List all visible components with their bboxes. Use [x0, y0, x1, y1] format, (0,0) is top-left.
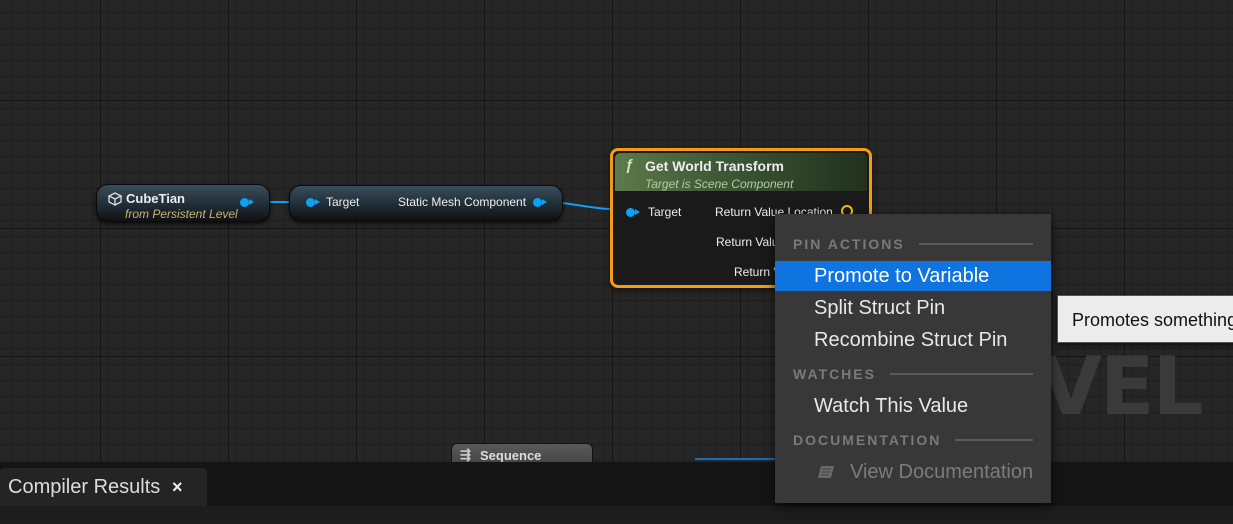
node-title: CubeTian	[126, 191, 185, 206]
function-icon: ƒ	[625, 157, 634, 174]
tooltip-text: Promotes something	[1072, 310, 1233, 330]
node-title: Sequence	[480, 448, 542, 462]
split-struct-pin-item[interactable]: Split Struct Pin	[775, 293, 1051, 323]
node-header: ƒ Get World Transform Target is Scene Co…	[615, 153, 867, 191]
sequence-icon: ⇶	[460, 447, 471, 462]
sequence-node[interactable]: ⇶ Sequence	[451, 443, 593, 462]
output-pin-label: Static Mesh Component	[398, 195, 527, 209]
watch-this-value-item[interactable]: Watch This Value	[775, 391, 1051, 421]
target-input-pin[interactable]	[306, 198, 320, 207]
return-value-rotation-label: Return Valu	[716, 235, 779, 249]
cube-output-pin[interactable]	[240, 198, 254, 207]
node-subtitle: Target is Scene Component	[645, 177, 794, 191]
recombine-struct-pin-item[interactable]: Recombine Struct Pin	[775, 325, 1051, 355]
tab-compiler-results[interactable]: Compiler Results ×	[0, 468, 207, 506]
section-pin-actions: PIN ACTIONS	[793, 236, 1033, 252]
static-mesh-component-node[interactable]: Target Static Mesh Component	[289, 185, 563, 221]
node-subtitle: from Persistent Level	[125, 207, 238, 221]
component-output-pin[interactable]	[533, 198, 547, 207]
menu-item-label: View Documentation	[850, 461, 1034, 483]
close-icon[interactable]: ×	[172, 477, 183, 498]
menu-item-label: Promote to Variable	[814, 265, 990, 287]
target-input-pin[interactable]	[626, 208, 640, 217]
section-heading: DOCUMENTATION	[793, 432, 942, 448]
pin-context-menu: PIN ACTIONS Promote to Variable Split St…	[775, 214, 1051, 503]
section-documentation: DOCUMENTATION	[793, 432, 1033, 448]
tab-label: Compiler Results	[8, 476, 161, 498]
documentation-icon	[818, 466, 834, 478]
tooltip: Promotes something	[1057, 295, 1233, 343]
section-watches: WATCHES	[793, 366, 1033, 382]
view-documentation-item[interactable]: View Documentation	[775, 457, 1051, 487]
node-title: Get World Transform	[645, 158, 784, 174]
menu-item-label: Recombine Struct Pin	[814, 329, 1008, 351]
panel-content	[0, 506, 1233, 524]
section-heading: WATCHES	[793, 366, 876, 382]
menu-item-label: Split Struct Pin	[814, 297, 946, 319]
menu-item-label: Watch This Value	[814, 395, 969, 417]
promote-to-variable-item[interactable]: Promote to Variable	[775, 261, 1051, 291]
target-pin-label: Target	[326, 195, 360, 209]
target-pin-label: Target	[648, 205, 682, 219]
cube-tian-node[interactable]: CubeTian from Persistent Level	[96, 184, 270, 222]
section-heading: PIN ACTIONS	[793, 236, 905, 252]
cube-icon	[107, 191, 123, 206]
